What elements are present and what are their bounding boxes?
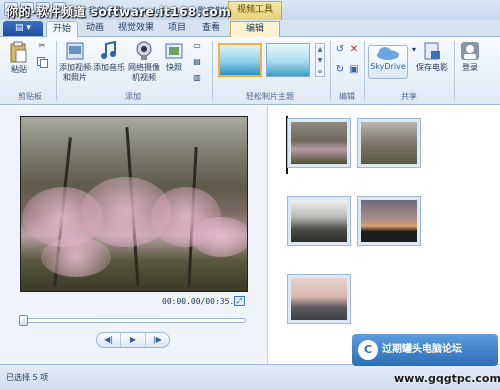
snapshot-icon	[165, 43, 183, 59]
title-bar: ▣ ■ ↶ ↷ 我的电影 - Windows Live 影音制作 视频工具 你的…	[0, 0, 500, 20]
seek-thumb[interactable]	[19, 315, 28, 326]
fullscreen-button[interactable]: ⤢	[234, 296, 245, 306]
sign-in-button[interactable]: 登录	[458, 41, 482, 73]
selection-status: 已选择 5 项	[6, 373, 49, 382]
video-preview[interactable]	[20, 116, 248, 292]
select-all-icon: ▣	[349, 64, 359, 75]
playback-timecode: 00:00.00/00:35.00	[162, 297, 244, 306]
tab-home[interactable]: 开始	[46, 21, 78, 37]
playback-controls: ◀| ▶ |▶	[96, 332, 170, 348]
ribbon: 粘贴 ✂ 剪贴板 添加视频和照片 添加音乐 网络摄像机视频 快照 ▭ ▤ ▥ 添…	[0, 37, 500, 105]
watermark-text: 你的·软件频道 software.it168.com	[6, 5, 232, 19]
add-videos-photos-label: 添加视频和照片	[59, 63, 91, 82]
paste-button[interactable]: 粘贴	[8, 41, 30, 75]
themes-group-label: 轻松制片主题	[246, 92, 294, 101]
rotate-right-icon: ↻	[335, 64, 345, 75]
scissors-icon: ✂	[38, 41, 46, 50]
plum-blossom	[191, 217, 247, 257]
rotate-right-button[interactable]: ↻	[334, 65, 346, 75]
tab-animations[interactable]: 动画	[80, 21, 110, 37]
rotate-left-icon: ↺	[335, 44, 345, 55]
skydrive-cloud-icon	[377, 47, 399, 60]
paste-icon	[10, 41, 27, 63]
file-menu-button[interactable]: ▤ ▾	[3, 21, 43, 36]
tab-project[interactable]: 项目	[162, 21, 192, 37]
plum-blossom	[41, 237, 111, 277]
ribbon-separator	[212, 41, 213, 101]
save-movie-label: 保存电影	[416, 63, 448, 72]
ribbon-separator	[364, 41, 365, 101]
save-movie-button[interactable]: 保存电影	[416, 41, 448, 73]
add-credits-button[interactable]: ▥	[190, 73, 204, 83]
forum-logo-icon: C	[358, 340, 378, 360]
webcam-video-button[interactable]: 网络摄像机视频	[126, 41, 162, 83]
forum-name: 过期罐头电脑论坛	[382, 344, 462, 355]
tab-visual-effects[interactable]: 视觉效果	[114, 21, 158, 37]
clip-thumbnail[interactable]	[287, 196, 351, 246]
editing-group-label: 编辑	[339, 92, 355, 101]
save-movie-icon	[424, 42, 440, 60]
music-note-icon	[101, 41, 116, 59]
clip-thumbnail[interactable]	[357, 196, 421, 246]
tab-edit[interactable]: 编辑	[230, 21, 280, 37]
select-all-button[interactable]: ▣	[348, 65, 360, 75]
clip-thumbnail[interactable]	[357, 118, 421, 168]
sign-in-label: 登录	[462, 63, 478, 72]
share-group-label: 共享	[401, 92, 417, 101]
delete-x-icon: ✕	[349, 44, 359, 55]
preview-pane: 00:00.00/00:35.00 ⤢ ◀| ▶ |▶	[0, 106, 268, 364]
ribbon-separator	[454, 41, 455, 101]
title-card-icon: ▭	[193, 41, 201, 50]
theme-thumbnail-1[interactable]	[218, 43, 262, 77]
seek-bar[interactable]	[19, 315, 246, 326]
remove-button[interactable]: ✕	[348, 45, 360, 55]
forum-watermark-badge: C 过期罐头电脑论坛	[352, 334, 498, 366]
skydrive-button[interactable]: SkyDrive	[368, 45, 408, 79]
theme-gallery-scroll[interactable]: ▲ ▼ ≡	[315, 43, 325, 77]
forum-url: www.gqgtpc.com	[394, 372, 500, 385]
film-photo-icon	[66, 42, 84, 60]
skydrive-label: SkyDrive	[370, 62, 406, 71]
cut-button[interactable]: ✂	[36, 41, 48, 51]
theme-thumbnail-2[interactable]	[266, 43, 310, 77]
clip-image	[291, 122, 347, 164]
clip-thumbnail[interactable]	[287, 274, 351, 324]
add-title-button[interactable]: ▭	[190, 41, 204, 51]
ribbon-separator	[56, 41, 57, 101]
clip-thumbnail[interactable]	[287, 118, 351, 168]
add-music-label: 添加音乐	[93, 63, 125, 72]
clipboard-group-label: 剪贴板	[18, 92, 42, 101]
copy-icon	[36, 57, 48, 68]
clip-image	[361, 200, 417, 242]
user-account-icon	[461, 42, 479, 60]
add-music-button[interactable]: 添加音乐	[92, 41, 126, 73]
webcam-icon	[136, 41, 152, 60]
snapshot-label: 快照	[166, 63, 182, 72]
add-caption-button[interactable]: ▤	[190, 57, 204, 67]
workspace: 00:00.00/00:35.00 ⤢ ◀| ▶ |▶	[0, 106, 500, 364]
ribbon-separator	[330, 41, 331, 101]
webcam-video-label: 网络摄像机视频	[128, 63, 160, 82]
copy-button[interactable]	[36, 57, 48, 71]
clip-image	[291, 278, 347, 320]
tab-view[interactable]: 查看	[196, 21, 226, 37]
ribbon-tabs: ▤ ▾ 开始 动画 视觉效果 项目 查看 编辑	[0, 20, 500, 37]
play-button[interactable]: ▶	[120, 333, 146, 347]
credits-icon: ▥	[193, 73, 201, 82]
add-group-label: 添加	[125, 92, 141, 101]
rotate-left-button[interactable]: ↺	[334, 45, 346, 55]
clip-image	[361, 122, 417, 164]
snapshot-button[interactable]: 快照	[163, 41, 185, 73]
add-videos-photos-button[interactable]: 添加视频和照片	[58, 41, 92, 83]
storyboard	[269, 106, 500, 364]
video-tools-context-label: 视频工具	[228, 1, 282, 20]
paste-label: 粘贴	[11, 65, 27, 74]
clip-image	[291, 200, 347, 242]
next-frame-button[interactable]: |▶	[146, 333, 169, 347]
previous-frame-button[interactable]: ◀|	[97, 333, 120, 347]
caption-icon: ▤	[193, 57, 201, 66]
